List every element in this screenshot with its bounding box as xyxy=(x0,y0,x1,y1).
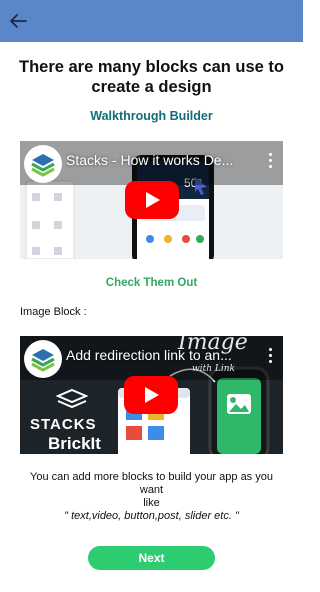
back-arrow-icon[interactable] xyxy=(6,9,30,33)
brand-stacks-text: STACKS xyxy=(30,416,97,433)
channel-logo-icon xyxy=(24,340,62,378)
stacks-logo-icon xyxy=(54,388,90,417)
play-icon[interactable] xyxy=(125,181,179,219)
video-player-image-block[interactable]: Image with Link STACKS BrickIt Add redir… xyxy=(20,336,283,454)
video-title: Add redirection link to an... xyxy=(66,347,232,363)
blocks-description: You can add more blocks to build your ap… xyxy=(20,471,283,523)
channel-logo-icon xyxy=(24,145,62,183)
walkthrough-builder-link[interactable]: Walkthrough Builder xyxy=(0,109,303,123)
brand-brickit-text: BrickIt xyxy=(48,434,101,453)
video-player-walkthrough[interactable]: 50° Stacks - How it works De... xyxy=(20,141,283,259)
video-title: Stacks - How it works De... xyxy=(66,152,234,168)
image-block-label: Image Block : xyxy=(20,306,87,318)
more-vert-icon[interactable] xyxy=(267,348,273,364)
page-heading: There are many blocks can use to create … xyxy=(18,58,285,96)
handwriting-with-link-text: with Link xyxy=(192,364,235,374)
next-button[interactable]: Next xyxy=(88,546,215,570)
play-icon[interactable] xyxy=(124,376,178,414)
description-line-2: like xyxy=(143,497,160,509)
check-them-out-link[interactable]: Check Them Out xyxy=(0,277,303,289)
description-examples: " text,video, button,post, slider etc. " xyxy=(64,510,239,522)
description-line-1: You can add more blocks to build your ap… xyxy=(30,471,273,496)
more-vert-icon[interactable] xyxy=(267,153,273,169)
app-bar xyxy=(0,0,303,42)
